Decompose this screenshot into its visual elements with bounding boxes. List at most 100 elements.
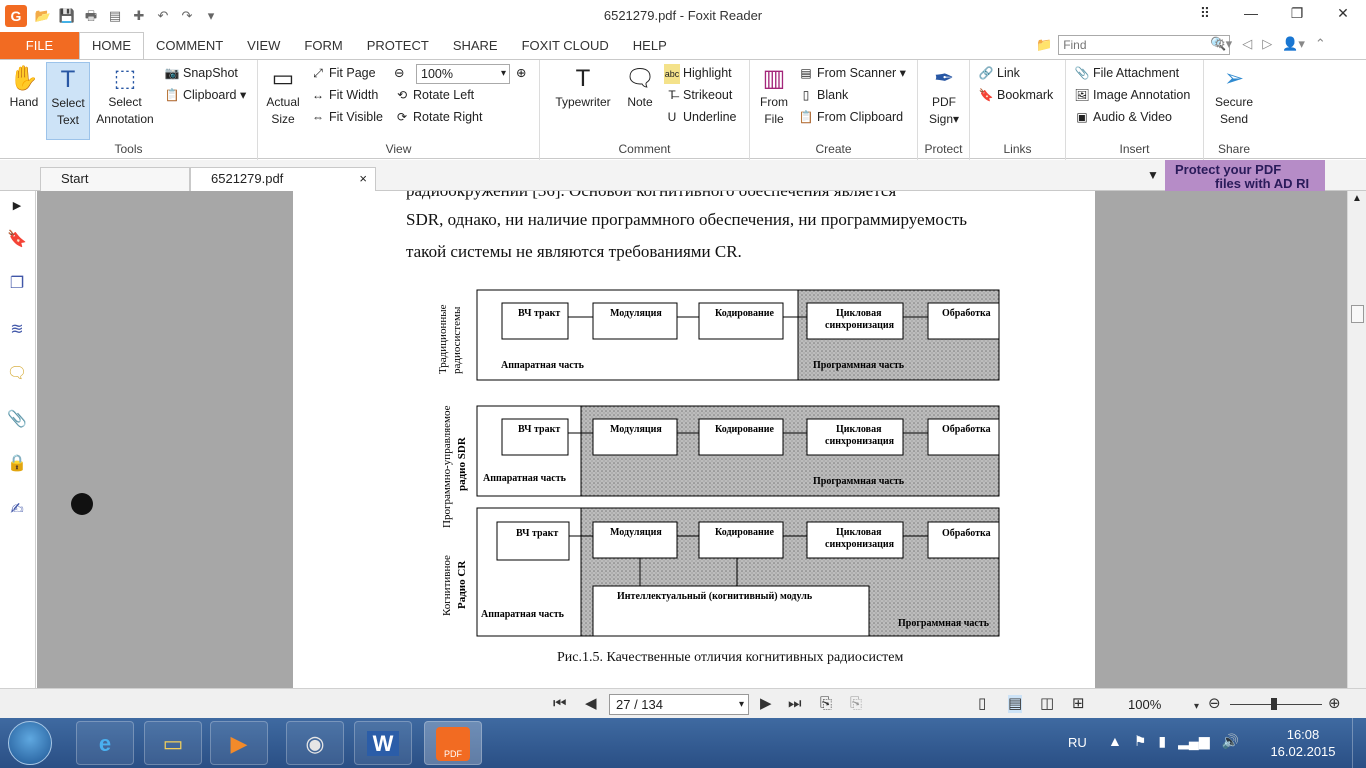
- zoom-slider-knob[interactable]: [1271, 698, 1277, 710]
- audio-video-button[interactable]: ▣ Audio & Video: [1074, 107, 1172, 127]
- from-file-button[interactable]: ▥ From File: [756, 62, 792, 128]
- ad-banner[interactable]: Protect your PDF files with AD RI: [1165, 160, 1325, 191]
- language-indicator[interactable]: RU: [1068, 735, 1087, 750]
- tab-file[interactable]: FILE: [0, 32, 79, 59]
- zoom-in-icon[interactable]: ⊕: [516, 63, 526, 83]
- device-icon[interactable]: ▮: [1158, 733, 1166, 750]
- taskbar-foxit[interactable]: PDF: [424, 721, 482, 765]
- find-folder-icon[interactable]: 📁: [1036, 37, 1052, 53]
- typewriter-button[interactable]: T Typewriter: [550, 62, 616, 111]
- underline-button[interactable]: U Underline: [664, 107, 737, 127]
- next-view-icon[interactable]: ⎘: [850, 695, 862, 713]
- layers-panel-icon[interactable]: ≋: [6, 319, 28, 341]
- figure-label: Обработка: [942, 308, 991, 319]
- signatures-panel-icon[interactable]: ✍: [6, 499, 28, 521]
- rotate-left-button[interactable]: ⟲ Rotate Left: [394, 85, 474, 105]
- image-annotation-button[interactable]: 🖼 Image Annotation: [1074, 85, 1190, 105]
- pages-panel-icon[interactable]: ❐: [6, 273, 28, 295]
- expand-panel-icon[interactable]: ▶: [6, 195, 28, 217]
- action-center-icon[interactable]: ⚑: [1134, 733, 1147, 750]
- fit-page-button[interactable]: ⤢ Fit Page: [310, 63, 375, 83]
- fit-visible-button[interactable]: ⇔ Fit Visible: [310, 107, 383, 127]
- rotate-right-button[interactable]: ⟳ Rotate Right: [394, 107, 483, 127]
- note-button[interactable]: 🗨 Note: [622, 62, 658, 111]
- find-input[interactable]: [1058, 35, 1231, 55]
- tab-foxit-cloud[interactable]: FOXIT CLOUD: [510, 32, 621, 59]
- underline-icon: U: [667, 110, 677, 124]
- zoom-in-icon[interactable]: ⊕: [1328, 695, 1341, 713]
- taskbar-ie[interactable]: e: [76, 721, 134, 765]
- comments-panel-icon[interactable]: 🗨: [6, 363, 28, 385]
- clock[interactable]: 16:08 16.02.2015: [1270, 726, 1336, 760]
- scroll-thumb[interactable]: [1351, 305, 1364, 323]
- tab-protect[interactable]: PROTECT: [355, 32, 441, 59]
- ribbon-options-icon[interactable]: ⠿: [1182, 0, 1228, 26]
- secure-send-button[interactable]: ➢ Secure Send: [1210, 62, 1258, 128]
- next-page-icon[interactable]: ▶: [760, 695, 772, 713]
- tab-help[interactable]: HELP: [621, 32, 679, 59]
- clipboard-button[interactable]: 📋 Clipboard ▾: [164, 85, 247, 105]
- blank-button[interactable]: ▯ Blank: [798, 85, 849, 105]
- show-hidden-icons-icon[interactable]: ▲: [1108, 733, 1122, 750]
- file-attachment-button[interactable]: 📎 File Attachment: [1074, 63, 1180, 83]
- collapse-ribbon-icon[interactable]: ⌃: [1315, 36, 1326, 52]
- zoom-out-icon[interactable]: ⊖: [1208, 695, 1221, 713]
- from-scanner-button[interactable]: ▤ From Scanner ▾: [798, 63, 906, 83]
- gear-icon[interactable]: ⚙▾: [1214, 36, 1232, 52]
- vertical-scrollbar[interactable]: ▲: [1347, 191, 1366, 688]
- continuous-facing-icon[interactable]: ⊞: [1072, 695, 1085, 713]
- zoom-out-icon[interactable]: ⊖: [394, 63, 404, 83]
- taskbar-word[interactable]: W: [354, 721, 412, 765]
- prev-result-icon[interactable]: ◁: [1242, 36, 1252, 52]
- close-button[interactable]: ✕: [1320, 0, 1366, 26]
- select-text-button[interactable]: T Select Text: [46, 62, 90, 140]
- snapshot-button[interactable]: 📷 SnapShot: [164, 63, 238, 83]
- tab-list-icon[interactable]: ▼: [1147, 168, 1159, 182]
- minimize-button[interactable]: —: [1228, 0, 1274, 26]
- strikeout-button[interactable]: T̶ Strikeout: [664, 85, 732, 105]
- first-page-icon[interactable]: ⏮: [553, 695, 567, 713]
- last-page-icon[interactable]: ⏭: [788, 695, 802, 713]
- from-clipboard-button[interactable]: 📋 From Clipboard: [798, 107, 904, 127]
- hand-button[interactable]: ✋ Hand: [4, 62, 44, 111]
- highlight-button[interactable]: abc Highlight: [664, 63, 732, 84]
- page-number-input[interactable]: 27 / 134: [609, 694, 749, 715]
- prev-page-icon[interactable]: ◀: [585, 695, 597, 713]
- previous-view-icon[interactable]: ⎘: [820, 695, 832, 713]
- bookmark-button[interactable]: 🔖 Bookmark: [978, 85, 1054, 105]
- ribbon: ✋ Hand T Select Text ⬚ Select Annotation…: [0, 59, 1366, 160]
- scroll-up-icon[interactable]: ▲: [1352, 193, 1362, 204]
- single-page-icon[interactable]: ▯: [978, 695, 986, 713]
- fit-width-button[interactable]: ↔ Fit Width: [310, 85, 378, 105]
- taskbar-chrome[interactable]: ◉: [286, 721, 344, 765]
- volume-icon[interactable]: 🔊: [1222, 733, 1239, 750]
- attachments-panel-icon[interactable]: 📎: [6, 409, 28, 431]
- network-icon[interactable]: ▂▄▆: [1178, 733, 1209, 750]
- taskbar-explorer[interactable]: ▭: [144, 721, 202, 765]
- continuous-page-icon[interactable]: ▤: [1008, 695, 1023, 713]
- next-result-icon[interactable]: ▷: [1262, 36, 1272, 52]
- tab-document[interactable]: 6521279.pdf ×: [190, 167, 376, 191]
- maximize-button[interactable]: ❐: [1274, 0, 1320, 26]
- taskbar-media[interactable]: ▶: [210, 721, 268, 765]
- close-tab-icon[interactable]: ×: [359, 168, 367, 190]
- tab-share[interactable]: SHARE: [441, 32, 510, 59]
- security-panel-icon[interactable]: 🔒: [6, 453, 28, 475]
- link-button[interactable]: 🔗 Link: [978, 63, 1020, 83]
- show-desktop-button[interactable]: [1352, 718, 1366, 768]
- user-icon[interactable]: 👤▾: [1282, 36, 1305, 52]
- zoom-dropdown-icon[interactable]: ▾: [1194, 698, 1199, 716]
- tab-form[interactable]: FORM: [292, 32, 354, 59]
- actual-size-button[interactable]: ▭ Actual Size: [262, 62, 304, 128]
- start-button[interactable]: [8, 721, 52, 765]
- zoom-select[interactable]: 100%: [416, 64, 510, 84]
- tab-home[interactable]: HOME: [79, 32, 144, 59]
- tab-view[interactable]: VIEW: [235, 32, 292, 59]
- tab-comment[interactable]: COMMENT: [144, 32, 235, 59]
- bookmarks-panel-icon[interactable]: 🔖: [6, 229, 28, 251]
- select-annotation-button[interactable]: ⬚ Select Annotation: [92, 62, 158, 128]
- tab-start[interactable]: Start: [40, 167, 190, 191]
- facing-page-icon[interactable]: ◫: [1040, 695, 1054, 713]
- pdf-sign-button[interactable]: ✒ PDF Sign▾: [924, 62, 964, 128]
- zoom-level[interactable]: 100%: [1128, 697, 1161, 712]
